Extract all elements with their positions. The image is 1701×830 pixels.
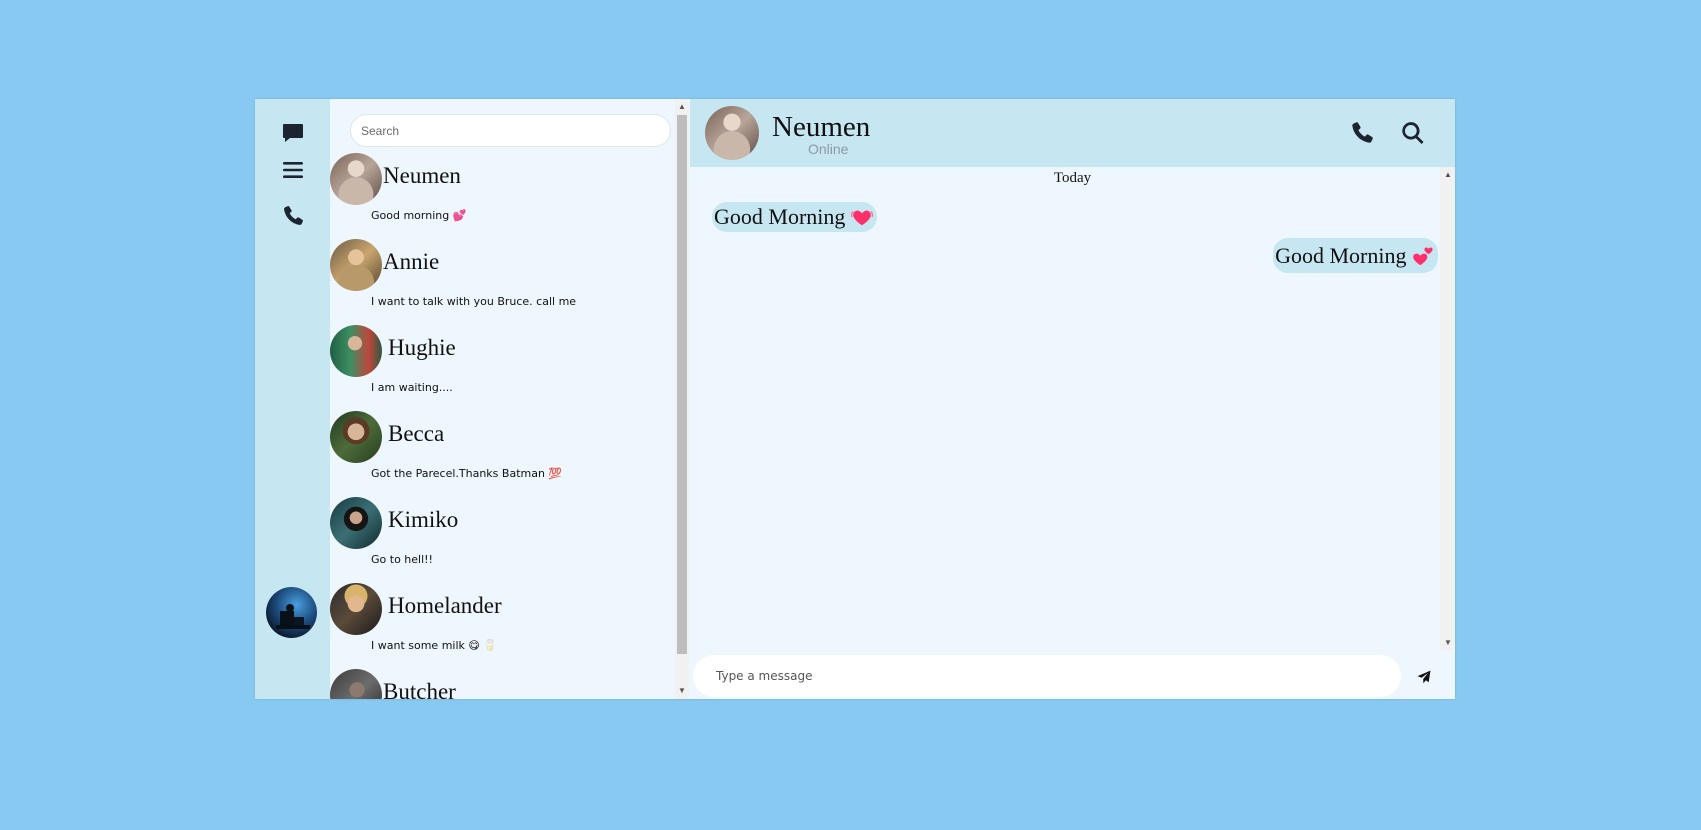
chat-avatar[interactable] <box>705 106 759 160</box>
scrollbar-thumb[interactable] <box>677 115 687 654</box>
contact-item-neumen[interactable]: Neumen Good morning 💕 <box>330 153 690 239</box>
contact-name: Homelander <box>388 593 502 618</box>
message-bubble-received: Good Morning <box>712 202 877 232</box>
user-avatar[interactable] <box>266 587 317 638</box>
avatar <box>330 497 382 549</box>
chat-panel: Neumen Online Today Good Morning Good Mo… <box>690 99 1455 699</box>
menu-icon[interactable] <box>280 157 306 183</box>
date-divider: Today <box>1053 170 1092 186</box>
message-input[interactable] <box>693 655 1401 697</box>
contact-name: Hughie <box>388 335 456 360</box>
scroll-up-arrow-icon[interactable]: ▲ <box>678 103 686 111</box>
contact-list-scrollbar[interactable]: ▲ ▼ <box>675 99 689 699</box>
contact-name: Becca <box>388 421 445 446</box>
avatar <box>330 153 382 205</box>
left-rail <box>255 99 330 699</box>
contact-item-annie[interactable]: Annie I want to talk with you Bruce. cal… <box>330 239 690 325</box>
message-scrollbar[interactable]: ▲ ▼ <box>1440 167 1455 650</box>
avatar <box>330 325 382 377</box>
scroll-up-arrow-icon[interactable]: ▲ <box>1444 171 1452 179</box>
send-icon[interactable] <box>1417 670 1431 684</box>
beating-heart-icon <box>850 210 873 226</box>
contact-item-kimiko[interactable]: Kimiko Go to hell!! <box>330 497 690 583</box>
chat-status: Online <box>808 141 849 157</box>
contact-list: Neumen Good morning 💕 Annie I want to ta… <box>330 153 690 699</box>
contact-preview: Got the Parecel.Thanks Batman 💯 <box>371 467 563 480</box>
scroll-down-arrow-icon[interactable]: ▼ <box>678 687 686 695</box>
chat-contact-name: Neumen <box>772 111 871 143</box>
contact-preview: I am waiting.... <box>371 381 453 394</box>
phone-icon[interactable] <box>280 203 306 229</box>
contact-item-butcher[interactable]: Butcher <box>330 669 690 699</box>
message-text: Good Morning <box>714 204 846 229</box>
contact-preview: I want some milk 😋 🥛 <box>371 639 498 652</box>
contact-name: Neumen <box>383 163 461 188</box>
search-input[interactable] <box>350 114 671 147</box>
contact-name: Kimiko <box>388 507 459 532</box>
contact-item-homelander[interactable]: Homelander I want some milk 😋 🥛 <box>330 583 690 669</box>
call-icon[interactable] <box>1349 120 1375 146</box>
avatar <box>330 669 382 699</box>
contact-name: Annie <box>383 249 440 274</box>
contact-name: Butcher <box>383 679 456 699</box>
message-area: Today Good Morning Good Morning <box>690 167 1455 650</box>
chat-header: Neumen Online <box>690 99 1455 167</box>
contact-preview: Go to hell!! <box>371 553 433 566</box>
chat-icon[interactable] <box>280 120 306 146</box>
contact-preview: I want to talk with you Bruce. call me <box>371 295 577 308</box>
scroll-down-arrow-icon[interactable]: ▼ <box>1444 639 1452 647</box>
avatar <box>330 411 382 463</box>
contact-preview: Good morning 💕 <box>371 209 467 222</box>
chat-app-window: Neumen Good morning 💕 Annie I want to ta… <box>255 99 1455 699</box>
contact-list-panel: Neumen Good morning 💕 Annie I want to ta… <box>330 99 690 699</box>
contact-item-becca[interactable]: Becca Got the Parecel.Thanks Batman 💯 <box>330 411 690 497</box>
contact-item-hughie[interactable]: Hughie I am waiting.... <box>330 325 690 411</box>
two-hearts-icon <box>1413 247 1433 266</box>
avatar <box>330 239 382 291</box>
avatar <box>330 583 382 635</box>
message-bubble-sent: Good Morning <box>1273 238 1438 273</box>
search-icon[interactable] <box>1400 120 1426 146</box>
message-text: Good Morning <box>1275 243 1407 268</box>
